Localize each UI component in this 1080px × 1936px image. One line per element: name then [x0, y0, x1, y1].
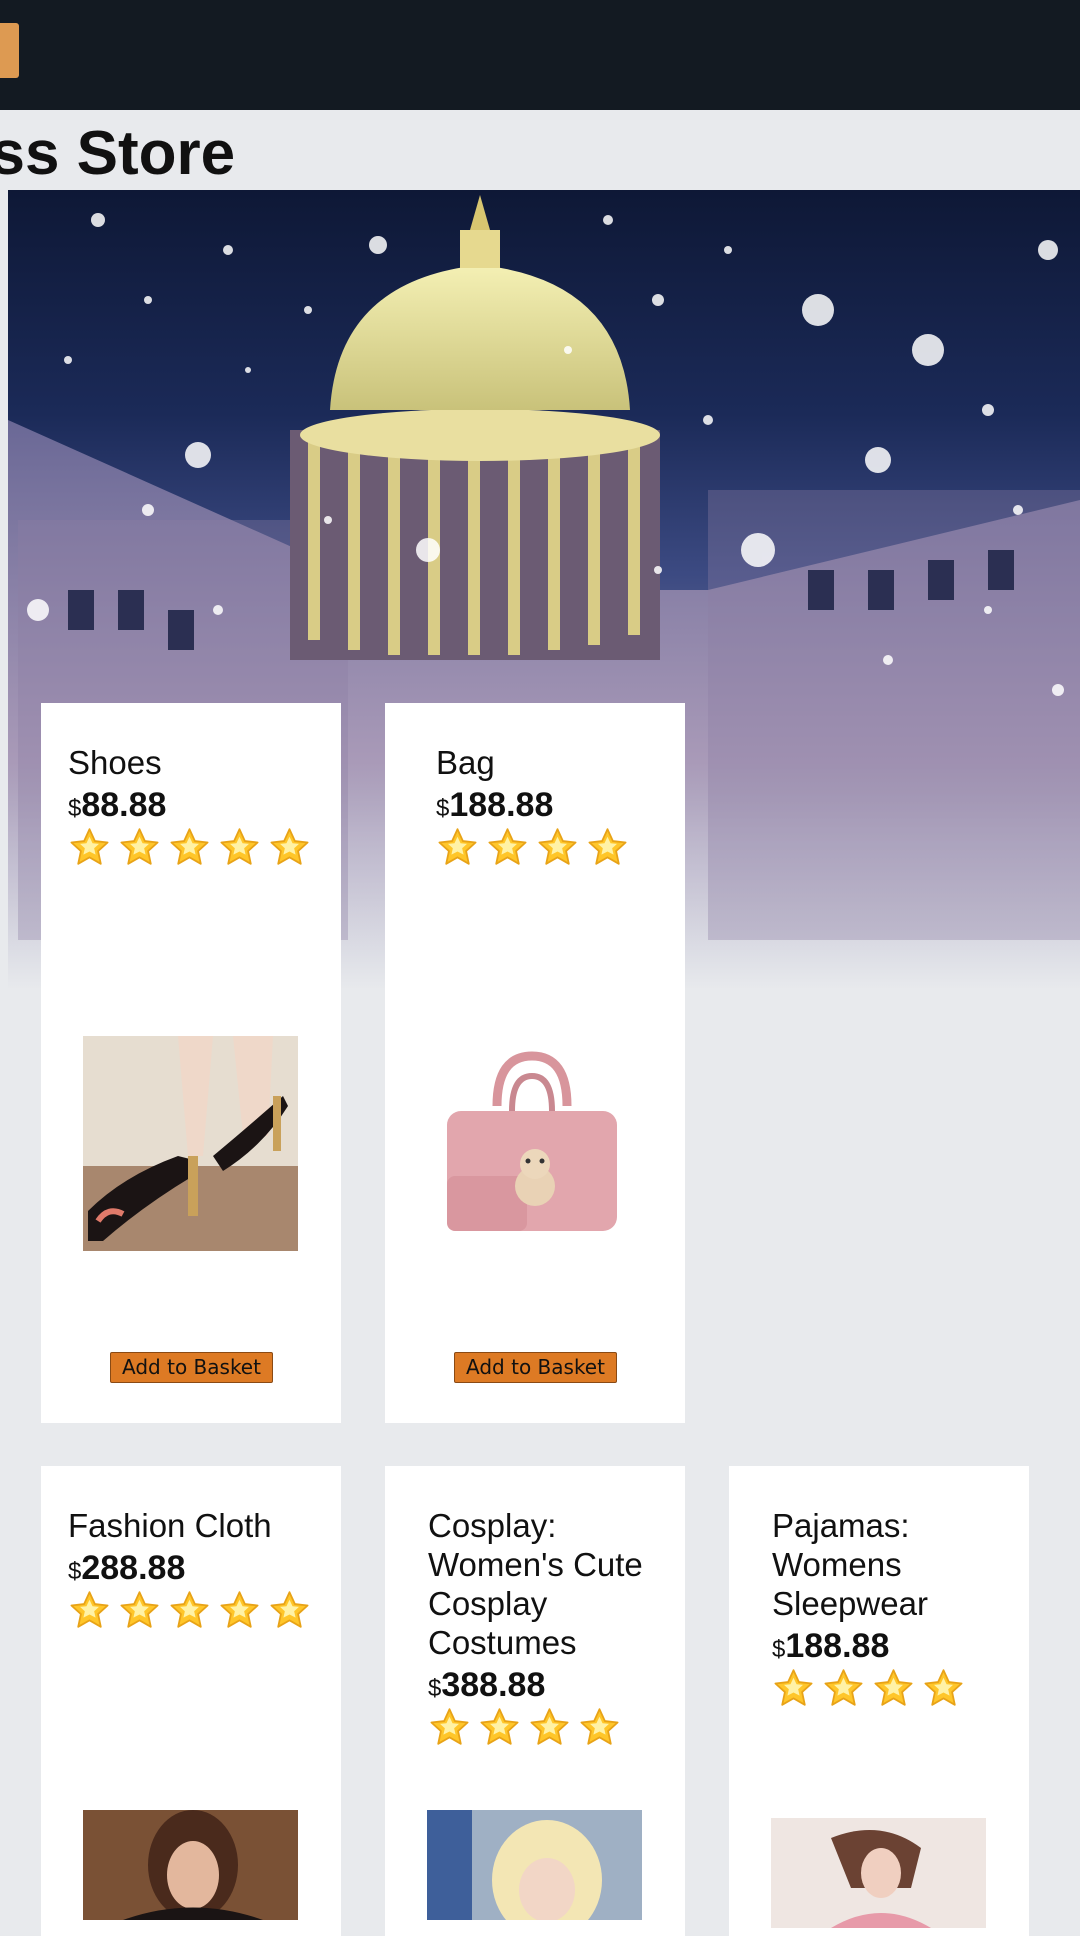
rating-stars [68, 1589, 318, 1633]
rating-stars [772, 1667, 1022, 1711]
star-icon [218, 826, 261, 870]
star-icon [772, 1667, 815, 1711]
product-card[interactable]: Pajamas: Womens Sleepwear $188.88 [729, 1466, 1029, 1936]
star-icon [586, 826, 629, 870]
product-title[interactable]: Cosplay: Women's Cute Cosplay Costumes [428, 1506, 678, 1662]
star-icon [68, 826, 111, 870]
star-icon [536, 826, 579, 870]
star-icon [168, 826, 211, 870]
star-icon [68, 1589, 111, 1633]
product-image-bag[interactable] [427, 1036, 642, 1251]
star-icon [578, 1706, 621, 1750]
product-title[interactable]: Shoes [68, 743, 318, 782]
product-title[interactable]: Fashion Cloth [68, 1506, 318, 1545]
star-icon [428, 1706, 471, 1750]
product-price: $388.88 [428, 1664, 678, 1710]
product-price: $88.88 [68, 784, 318, 830]
product-info: Cosplay: Women's Cute Cosplay Costumes $… [428, 1506, 678, 1750]
star-icon [486, 826, 529, 870]
product-price: $188.88 [436, 784, 686, 830]
product-card[interactable]: Bag $188.88 Add to Basket [385, 703, 685, 1423]
price-currency: $ [428, 1675, 442, 1702]
star-icon [118, 1589, 161, 1633]
product-info: Fashion Cloth $288.88 [68, 1506, 318, 1633]
price-currency: $ [68, 795, 82, 822]
star-icon [118, 826, 161, 870]
rating-stars [436, 826, 686, 870]
product-title[interactable]: Bag [436, 743, 686, 782]
star-icon [268, 1589, 311, 1633]
product-image-cosplay[interactable] [427, 1810, 642, 1920]
top-navigation-bar [0, 0, 1080, 110]
store-title: ess Store [0, 119, 236, 188]
product-image-pajamas[interactable] [771, 1818, 986, 1928]
price-amount: 388.88 [441, 1666, 546, 1704]
price-amount: 88.88 [81, 786, 167, 824]
star-icon [436, 826, 479, 870]
rating-stars [428, 1706, 678, 1750]
star-icon [268, 826, 311, 870]
product-image-shoes[interactable] [83, 1036, 298, 1251]
product-card[interactable]: Cosplay: Women's Cute Cosplay Costumes $… [385, 1466, 685, 1936]
price-currency: $ [68, 1558, 82, 1585]
price-amount: 188.88 [785, 1627, 890, 1665]
product-info: Bag $188.88 [436, 743, 686, 870]
product-info: Shoes $88.88 [68, 743, 318, 870]
star-icon [168, 1589, 211, 1633]
price-currency: $ [772, 1636, 786, 1663]
star-icon [478, 1706, 521, 1750]
product-info: Pajamas: Womens Sleepwear $188.88 [772, 1506, 1022, 1711]
product-card[interactable]: Fashion Cloth $288.88 [41, 1466, 341, 1936]
add-to-basket-button[interactable]: Add to Basket [454, 1352, 617, 1383]
star-icon [822, 1667, 865, 1711]
rating-stars [68, 826, 318, 870]
product-image-fashion-cloth[interactable] [83, 1810, 298, 1920]
price-amount: 288.88 [81, 1549, 186, 1587]
star-icon [872, 1667, 915, 1711]
product-card[interactable]: Shoes $88.88 Add to Basket [41, 703, 341, 1423]
price-currency: $ [436, 795, 450, 822]
price-amount: 188.88 [449, 786, 554, 824]
menu-button[interactable] [0, 23, 19, 78]
product-price: $188.88 [772, 1625, 1022, 1671]
product-price: $288.88 [68, 1547, 318, 1593]
product-title[interactable]: Pajamas: Womens Sleepwear [772, 1506, 1022, 1623]
add-to-basket-button[interactable]: Add to Basket [110, 1352, 273, 1383]
star-icon [922, 1667, 965, 1711]
star-icon [218, 1589, 261, 1633]
star-icon [528, 1706, 571, 1750]
